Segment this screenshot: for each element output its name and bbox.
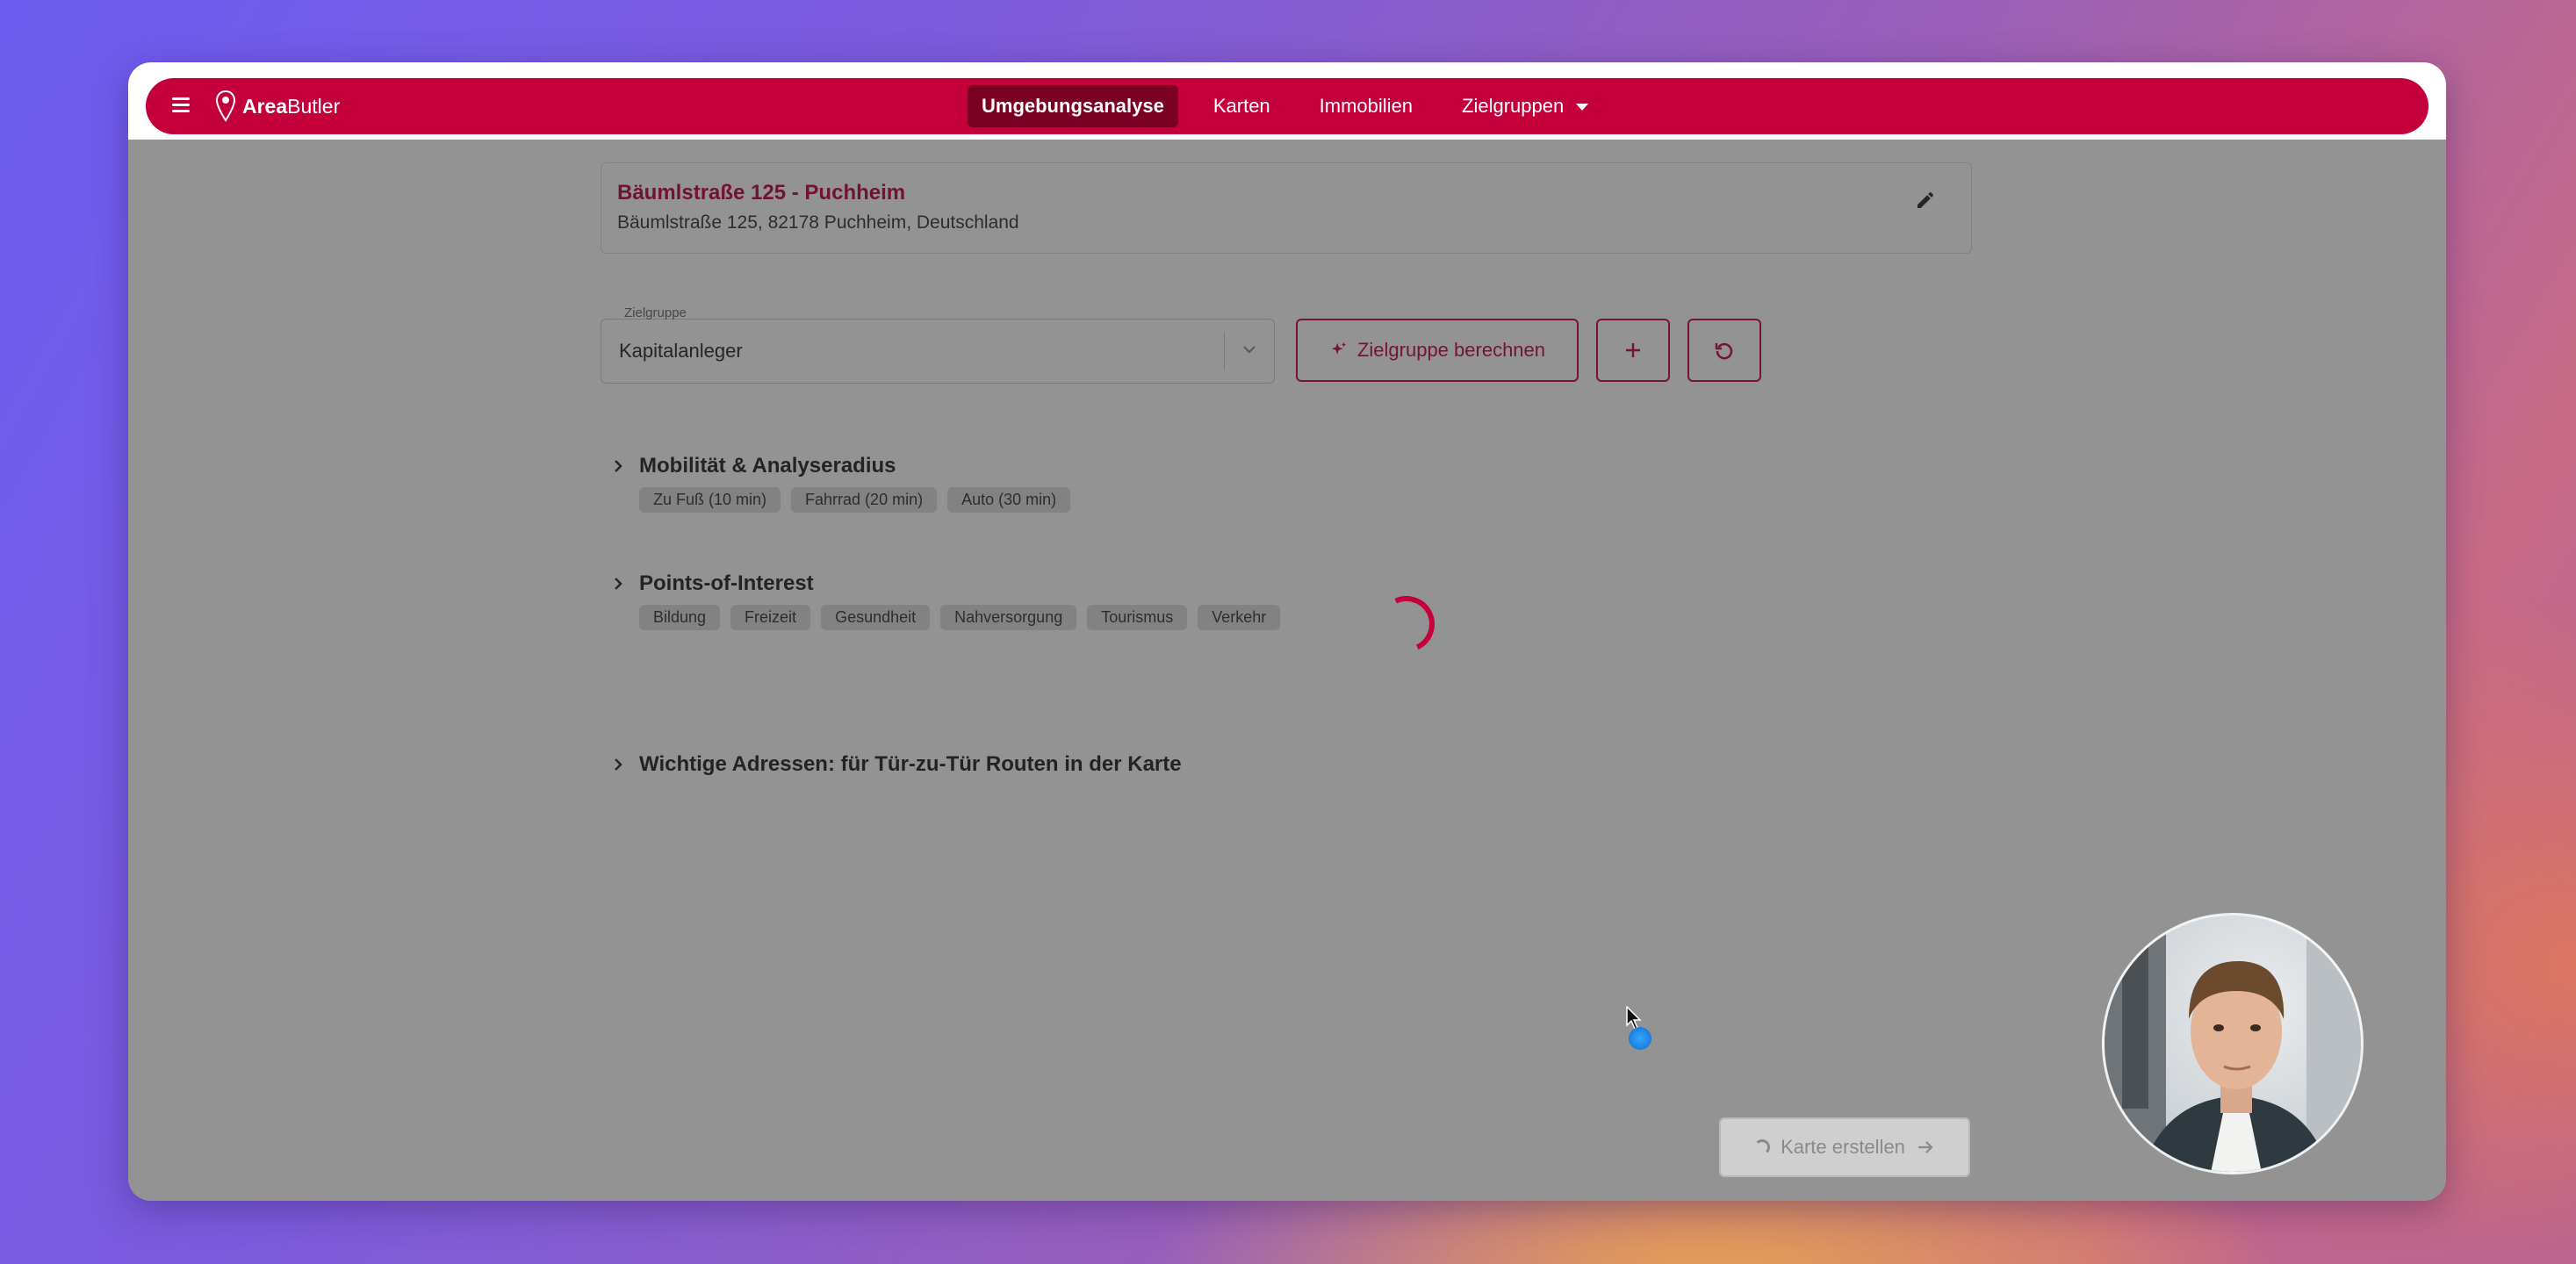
address-title: Bäumlstraße 125 - Puchheim xyxy=(617,181,906,205)
section-poi-header[interactable]: Points-of-Interest xyxy=(609,571,1280,596)
chip[interactable]: Verkehr xyxy=(1198,605,1281,630)
chip[interactable]: Nahversorgung xyxy=(940,605,1077,630)
loading-overlay xyxy=(128,140,2446,1201)
app-content: AreaButler Umgebungsanalyse Karten Immob… xyxy=(128,62,2446,1201)
poi-chips: Bildung Freizeit Gesundheit Nahversorgun… xyxy=(639,605,1281,630)
chevron-right-icon xyxy=(615,758,622,771)
chip[interactable]: Tourismus xyxy=(1087,605,1188,630)
nav-karten[interactable]: Karten xyxy=(1199,85,1284,127)
target-group-select[interactable]: Zielgruppe Kapitalanleger xyxy=(601,305,1275,384)
section-addresses-title: Wichtige Adressen: für Tür-zu-Tür Routen… xyxy=(639,752,1182,776)
sparkles-icon xyxy=(1331,341,1347,355)
top-navbar: AreaButler Umgebungsanalyse Karten Immob… xyxy=(146,78,2428,134)
main-nav: Umgebungsanalyse Karten Immobilien Zielg… xyxy=(968,85,1623,127)
brand-name-bold: Area xyxy=(242,94,288,118)
target-group-value: Kapitalanleger xyxy=(619,340,743,362)
chevron-down-icon[interactable] xyxy=(1241,341,1258,358)
mobility-chips: Zu Fuß (10 min) Fahrrad (20 min) Auto (3… xyxy=(639,487,1071,513)
nav-zielgruppen[interactable]: Zielgruppen xyxy=(1448,85,1602,127)
nav-zielgruppen-label: Zielgruppen xyxy=(1462,95,1565,117)
create-map-button[interactable]: Karte erstellen xyxy=(1719,1117,1970,1177)
section-mobility-header[interactable]: Mobilität & Analyseradius xyxy=(609,454,1070,478)
chip[interactable]: Gesundheit xyxy=(821,605,931,630)
nav-umgebungsanalyse[interactable]: Umgebungsanalyse xyxy=(968,85,1178,127)
webcam-overlay xyxy=(2102,913,2364,1174)
person-avatar-icon xyxy=(2105,916,2361,1172)
brand-logo[interactable]: AreaButler xyxy=(216,89,340,124)
target-group-label: Zielgruppe xyxy=(624,305,687,320)
address-full: Bäumlstraße 125, 82178 Puchheim, Deutsch… xyxy=(617,212,1019,233)
arrow-right-icon xyxy=(1918,1141,1933,1153)
chip[interactable]: Zu Fuß (10 min) xyxy=(639,487,781,513)
app-window: AreaButler Umgebungsanalyse Karten Immob… xyxy=(128,62,2446,1201)
click-indicator-icon xyxy=(1629,1027,1651,1050)
calculate-target-group-label: Zielgruppe berechnen xyxy=(1356,339,1546,361)
caret-down-icon xyxy=(1576,104,1589,111)
reset-icon xyxy=(1715,342,1733,360)
section-mobility: Mobilität & Analyseradius Zu Fuß (10 min… xyxy=(609,454,1071,513)
address-card: Bäumlstraße 125 - Puchheim Bäumlstraße 1… xyxy=(601,162,1972,254)
chip[interactable]: Freizeit xyxy=(730,605,811,630)
plus-icon xyxy=(1626,343,1640,357)
section-mobility-title: Mobilität & Analyseradius xyxy=(639,454,896,478)
chip[interactable]: Bildung xyxy=(639,605,721,630)
button-spinner-icon xyxy=(1754,1139,1771,1155)
loading-spinner-icon xyxy=(1370,587,1443,661)
chevron-right-icon xyxy=(615,578,622,590)
hamburger-menu-icon[interactable] xyxy=(172,97,190,113)
section-poi: Points-of-Interest Bildung Freizeit Gesu… xyxy=(609,571,1281,630)
nav-immobilien[interactable]: Immobilien xyxy=(1306,85,1427,127)
section-addresses-header[interactable]: Wichtige Adressen: für Tür-zu-Tür Routen… xyxy=(609,752,1182,777)
chip[interactable]: Auto (30 min) xyxy=(947,487,1071,513)
reset-button[interactable] xyxy=(1687,319,1761,382)
brand-name-light: Butler xyxy=(287,94,341,118)
select-divider xyxy=(1224,332,1225,370)
pencil-icon[interactable] xyxy=(1915,190,1936,211)
chevron-right-icon xyxy=(615,460,622,472)
section-poi-title: Points-of-Interest xyxy=(639,571,814,595)
location-pin-icon xyxy=(216,90,235,122)
chip[interactable]: Fahrrad (20 min) xyxy=(791,487,938,513)
add-button[interactable] xyxy=(1596,319,1670,382)
create-map-label: Karte erstellen xyxy=(1781,1136,1905,1158)
calculate-target-group-button[interactable]: Zielgruppe berechnen xyxy=(1296,319,1579,382)
section-addresses: Wichtige Adressen: für Tür-zu-Tür Routen… xyxy=(609,752,1182,777)
